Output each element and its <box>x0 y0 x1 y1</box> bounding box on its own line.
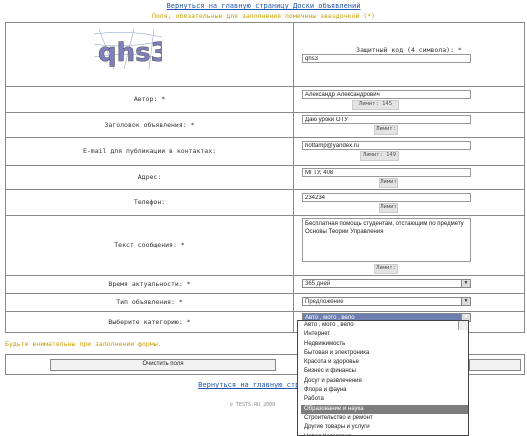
footer-copyright: © TESTS.RU 2009 <box>230 402 276 408</box>
message-label: Текст сообщения: * <box>6 215 294 275</box>
phone-counter: Лимит <box>379 203 398 213</box>
address-row: Адрес: Лимит <box>6 165 524 190</box>
category-option[interactable]: Недвижимость <box>301 340 468 349</box>
category-option[interactable]: Другие товары и услуги <box>301 423 468 432</box>
ad-form: qhs3 Защитный код (4 символа): * Автор: … <box>5 22 525 333</box>
required-fields-note: Поля, обязательные для заполнения помече… <box>151 12 376 20</box>
category-option[interactable]: Строительство и ремонт <box>301 414 468 423</box>
category-option[interactable]: Работа <box>301 395 468 404</box>
category-label: Выберите категорию: * <box>6 311 294 332</box>
period-select[interactable]: 365 дней ▼ <box>302 279 471 288</box>
phone-row: Телефон: Лимит <box>6 189 524 216</box>
author-row: Автор: * Лимит: 145 <box>6 86 524 113</box>
clear-button[interactable]: Очистить поля <box>50 359 276 371</box>
email-counter: Лимит: 149 <box>360 151 399 161</box>
phone-input[interactable] <box>302 193 471 202</box>
back-to-main-link-top[interactable]: Вернуться на главную страницу Доски объя… <box>0 2 527 10</box>
captcha-input-cell: Защитный код (4 символа): * <box>294 23 524 86</box>
title-label: Заголовок объявления: * <box>6 112 294 137</box>
category-option[interactable]: Флора и фауна <box>301 386 468 395</box>
title-input[interactable] <box>302 115 471 124</box>
phone-label: Телефон: <box>6 189 294 215</box>
category-option[interactable]: Авто , мото , вело <box>301 321 468 330</box>
type-label: Тип объявления: * <box>6 293 294 311</box>
category-option[interactable]: Новая Категория <box>301 433 468 435</box>
category-option[interactable]: Бизнес и финансы <box>301 367 468 376</box>
submit-button[interactable] <box>469 359 521 371</box>
captcha-cell: qhs3 <box>6 23 294 86</box>
title-counter: Лимит: <box>374 125 398 135</box>
category-option[interactable]: Красота и здоровье <box>301 358 468 367</box>
captcha-image: qhs3 <box>94 29 162 69</box>
author-input[interactable] <box>302 90 471 99</box>
type-select-value: Предложение <box>305 299 344 305</box>
email-label: E-mail для публикации в контактах: <box>6 137 294 165</box>
type-row: Тип объявления: * Предложение ▼ <box>6 293 524 312</box>
author-label: Автор: * <box>6 86 294 112</box>
captcha-label: Защитный код (4 символа): * <box>356 46 462 54</box>
period-select-value: 365 дней <box>305 281 331 287</box>
message-textarea[interactable]: Бесплатная помощь студентам, отстающим п… <box>302 218 471 262</box>
message-row: Текст сообщения: * Бесплатная помощь сту… <box>6 215 524 276</box>
period-row: Время актуальности: * 365 дней ▼ <box>6 275 524 294</box>
category-option[interactable]: Образование и наука <box>301 404 468 414</box>
address-label: Адрес: <box>6 165 294 189</box>
captcha-row: qhs3 Защитный код (4 символа): * <box>6 23 524 87</box>
chevron-down-icon[interactable]: ▼ <box>461 280 470 287</box>
category-option[interactable]: Интернет <box>301 330 468 339</box>
chevron-down-icon[interactable]: ▼ <box>461 298 470 305</box>
email-row: E-mail для публикации в контактах: Лимит… <box>6 137 524 166</box>
svg-text:qhs3: qhs3 <box>98 38 162 68</box>
email-input[interactable] <box>302 141 471 150</box>
category-option[interactable]: Бытовая и электроника <box>301 349 468 358</box>
category-option[interactable]: Досуг и развлечения <box>301 377 468 386</box>
address-counter: Лимит <box>379 178 398 188</box>
dropdown-scrollbar[interactable] <box>458 321 468 331</box>
type-select[interactable]: Предложение ▼ <box>302 297 471 306</box>
title-row: Заголовок объявления: * Лимит: <box>6 112 524 138</box>
captcha-input[interactable] <box>302 54 471 63</box>
period-label: Время актуальности: * <box>6 275 294 293</box>
author-counter: Лимит: 145 <box>352 100 399 110</box>
category-dropdown-list[interactable]: Авто , мото , вело Интернет Недвижимость Бы… <box>297 320 469 436</box>
fill-notice: Будьте внимательны при заполнении формы. <box>5 340 162 348</box>
address-input[interactable] <box>302 168 471 177</box>
message-counter: Лимит: <box>374 264 398 274</box>
